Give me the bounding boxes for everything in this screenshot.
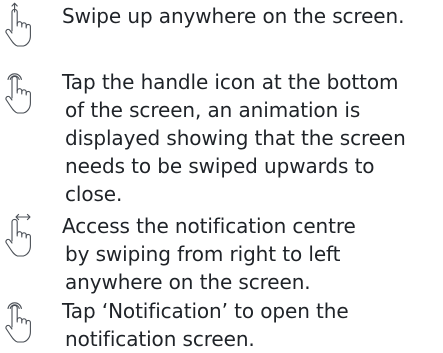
instruction-text: Tap the handle icon at the bottom of the… bbox=[62, 68, 437, 208]
instruction-text: Access the notification centre by swipin… bbox=[62, 212, 437, 296]
instruction-line: notification screen. bbox=[65, 327, 255, 351]
instruction-text: Swipe up anywhere on the screen. bbox=[62, 2, 437, 30]
swipe-horizontal-hand-icon bbox=[0, 212, 60, 264]
instruction-line: Access the notification centre bbox=[62, 214, 356, 238]
tap-hand-icon bbox=[0, 297, 60, 349]
instruction-line: Tap ‘Notification’ to open the bbox=[62, 299, 349, 323]
tap-hand-icon bbox=[0, 68, 60, 120]
instruction-line: Swipe up anywhere on the screen. bbox=[62, 4, 405, 28]
instruction-line: anywhere on the screen. bbox=[65, 270, 311, 294]
instruction-text: Tap ‘Notification’ to open the notificat… bbox=[62, 297, 437, 353]
instruction-line: by swiping from right to left bbox=[65, 242, 341, 266]
instruction-line: Tap the handle icon at the bottom bbox=[62, 70, 399, 94]
instruction-line: needs to be swiped upwards to bbox=[65, 154, 375, 178]
instruction-line: of the screen, an animation is bbox=[65, 98, 361, 122]
instruction-line: close. bbox=[65, 182, 123, 206]
instruction-line: displayed showing that the screen bbox=[65, 126, 406, 150]
swipe-up-hand-icon bbox=[0, 2, 60, 54]
